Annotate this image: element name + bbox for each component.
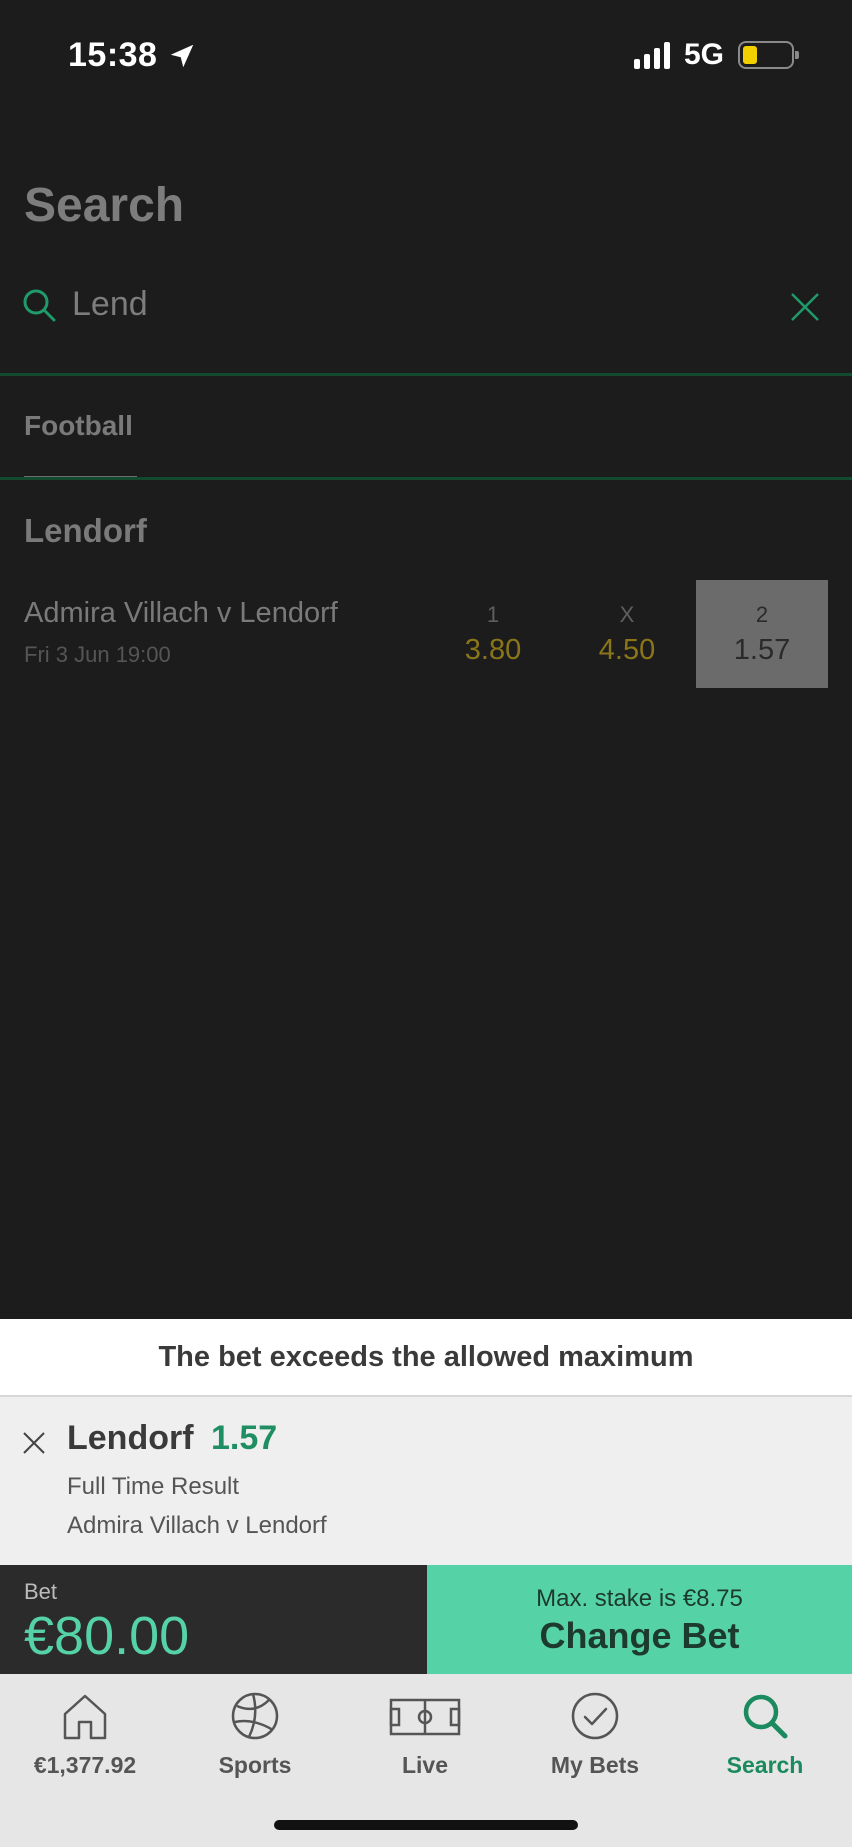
nav-label: Search bbox=[726, 1752, 804, 1778]
signal-icon bbox=[633, 41, 670, 69]
nav-label: €1,377.92 bbox=[33, 1752, 137, 1778]
close-icon[interactable] bbox=[22, 1431, 46, 1455]
home-icon bbox=[63, 1694, 107, 1740]
odds-label: 2 bbox=[755, 602, 769, 627]
odds-label: 1 bbox=[486, 602, 500, 627]
event-time: Fri 3 Jun 19:00 bbox=[24, 642, 171, 667]
odds-label: X bbox=[619, 602, 635, 627]
odds-button-home[interactable]: 1 3.80 bbox=[438, 580, 548, 688]
search-icon bbox=[743, 1694, 788, 1739]
event-name[interactable]: Admira Villach v Lendorf bbox=[24, 597, 338, 630]
nav-item-search[interactable]: Search bbox=[680, 1688, 850, 1798]
change-bet-button[interactable]: Max. stake is €8.75 Change Bet bbox=[427, 1565, 852, 1674]
check-circle-icon bbox=[571, 1692, 619, 1740]
selection-name: Lendorf bbox=[67, 1419, 194, 1457]
clock: 15:38 bbox=[68, 36, 158, 74]
page-title: Search bbox=[24, 179, 185, 232]
odds-button-draw[interactable]: X 4.50 bbox=[572, 580, 682, 688]
stake-label: Bet bbox=[24, 1579, 58, 1604]
status-time: 15:38 bbox=[68, 36, 197, 75]
divider bbox=[0, 373, 852, 376]
odds-value: 4.50 bbox=[598, 634, 656, 666]
max-stake-text: Max. stake is €8.75 bbox=[536, 1585, 743, 1612]
section-title: Lendorf bbox=[24, 512, 147, 549]
close-icon[interactable] bbox=[790, 292, 820, 322]
home-indicator bbox=[274, 1820, 578, 1830]
search-bar bbox=[0, 270, 852, 370]
nav-item-sports[interactable]: Sports bbox=[170, 1688, 340, 1798]
location-arrow-icon bbox=[171, 44, 194, 67]
odds-button-away[interactable]: 2 1.57 bbox=[696, 580, 828, 688]
search-input[interactable] bbox=[72, 284, 752, 324]
max-bet-warning: The bet exceeds the allowed maximum bbox=[0, 1319, 852, 1397]
network-label: 5G bbox=[683, 38, 724, 71]
divider bbox=[0, 477, 852, 480]
status-bar: 15:38 5G bbox=[0, 0, 852, 110]
nav-label: Sports bbox=[218, 1752, 292, 1778]
tab-football[interactable]: Football bbox=[24, 410, 133, 442]
nav-label: Live bbox=[401, 1752, 449, 1778]
search-icon bbox=[23, 289, 56, 322]
selection-odds: 1.57 bbox=[211, 1419, 278, 1457]
pitch-icon bbox=[389, 1698, 461, 1736]
nav-item-live[interactable]: Live bbox=[340, 1688, 510, 1798]
odds-value: 1.57 bbox=[733, 634, 791, 666]
stake-input[interactable]: Bet €80.00 bbox=[0, 1565, 427, 1674]
nav-item-home[interactable]: €1,377.92 bbox=[0, 1688, 170, 1798]
stake-value: €80.00 bbox=[24, 1606, 190, 1666]
battery-icon bbox=[738, 41, 799, 69]
nav-label: My Bets bbox=[550, 1752, 640, 1778]
change-bet-label: Change Bet bbox=[539, 1615, 740, 1656]
football-icon bbox=[231, 1692, 279, 1740]
selection-market: Full Time Result bbox=[67, 1473, 240, 1500]
bet-selection: Lendorf 1.57 Full Time Result Admira Vil… bbox=[0, 1397, 852, 1565]
selection-event: Admira Villach v Lendorf bbox=[67, 1512, 327, 1539]
nav-item-my-bets[interactable]: My Bets bbox=[510, 1688, 680, 1798]
odds-value: 3.80 bbox=[464, 634, 522, 666]
